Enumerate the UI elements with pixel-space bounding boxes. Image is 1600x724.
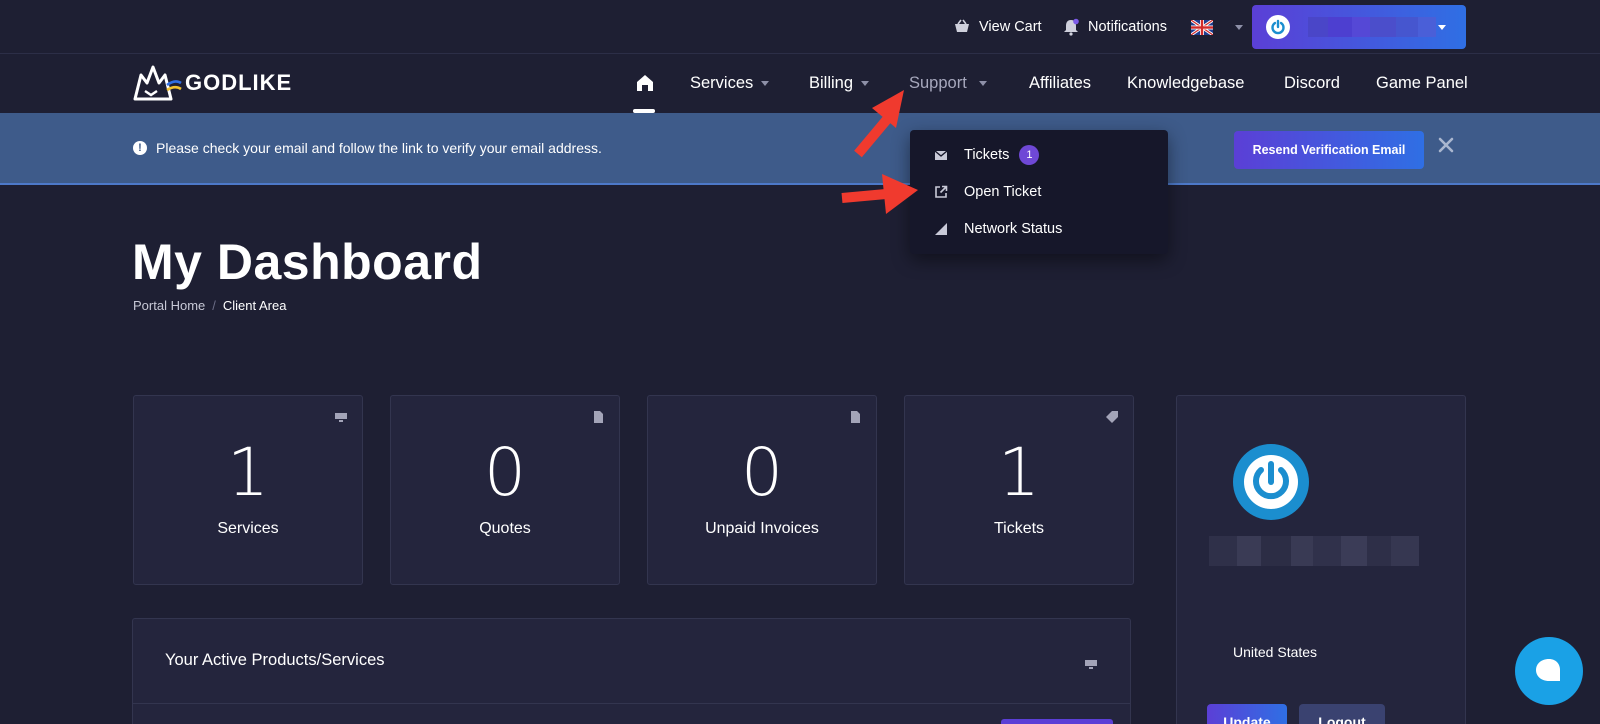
profile-avatar-icon [1233,444,1309,520]
document-icon [851,411,860,423]
cart-icon [955,19,969,32]
godlike-cat-logo-icon [133,65,182,101]
chevron-down-icon [978,80,987,86]
menu-item-network-status-label: Network Status [964,221,1063,237]
nav-services-label: Services [690,73,754,92]
alert-message-row: ! Please check your email and follow the… [133,140,602,156]
view-cart-label: View Cart [979,19,1042,35]
notifications-label: Notifications [1088,19,1167,35]
stat-label: Quotes [479,520,531,537]
breadcrumb-portal-home[interactable]: Portal Home [133,298,205,313]
nav-affiliates[interactable]: Affiliates [1029,71,1091,95]
support-dropdown-menu: Tickets 1 Open Ticket Network Status [910,130,1168,254]
nav-game-panel[interactable]: Game Panel [1376,71,1468,95]
profile-card: United States Update Logout [1176,395,1466,724]
menu-item-tickets[interactable]: Tickets 1 [934,144,1040,166]
panel-divider [133,703,1130,704]
user-avatar-icon [1266,15,1290,39]
chevron-down-icon [761,80,770,86]
profile-country: United States [1233,644,1318,660]
brand-name: GODLIKE [185,70,293,95]
stat-label: Tickets [993,520,1045,537]
tickets-count-badge: 1 [1019,145,1040,165]
email-verification-alert: ! Please check your email and follow the… [0,113,1600,185]
stat-tile-quotes[interactable]: 0 Quotes [390,395,620,585]
nav-knowledgebase-label: Knowledgebase [1127,73,1245,92]
user-menu-button[interactable] [1252,5,1466,49]
nav-billing-label: Billing [809,73,854,92]
document-icon [594,411,603,423]
stat-value: 0 [741,434,783,511]
view-cart-link[interactable]: View Cart [953,16,1042,38]
breadcrumb-client-area: Client Area [222,298,287,313]
menu-item-network-status[interactable]: Network Status [934,218,1062,240]
envelope-icon [934,150,948,160]
server-icon [335,413,347,422]
nav-services[interactable]: Services [690,71,770,95]
close-icon[interactable] [1436,135,1456,155]
menu-item-open-ticket[interactable]: Open Ticket [934,181,1041,203]
chevron-down-icon [1235,24,1243,30]
server-icon [1085,660,1097,669]
tag-icon [1106,411,1118,423]
live-chat-button[interactable] [1515,637,1583,705]
nav-knowledgebase[interactable]: Knowledgebase [1127,71,1244,95]
chevron-down-icon [861,80,870,86]
home-icon [637,75,653,91]
notifications-link[interactable]: Notifications [1062,16,1167,38]
language-selector[interactable] [1191,16,1243,38]
nav-discord-label: Discord [1284,73,1340,92]
update-profile-button[interactable]: Update [1207,704,1287,724]
nav-support[interactable]: Support [909,71,987,95]
chat-bubble-icon [1536,659,1560,681]
products-action-button[interactable] [1001,719,1113,724]
bell-icon [1064,18,1079,36]
breadcrumb-separator: / [212,298,216,313]
nav-support-label: Support [909,73,967,92]
brand-logo[interactable]: GODLIKE [131,63,292,103]
logout-button[interactable]: Logout [1299,704,1385,724]
external-link-icon [935,185,948,198]
breadcrumb: Portal Home / Client Area [133,298,286,313]
nav-billing[interactable]: Billing [809,71,870,95]
uk-flag-icon [1191,19,1213,35]
menu-item-tickets-label: Tickets [964,147,1010,163]
stat-label: Unpaid Invoices [705,520,819,537]
nav-game-panel-label: Game Panel [1376,73,1468,92]
exclamation-icon: ! [133,141,147,155]
power-icon [1271,19,1285,35]
stat-tile-tickets[interactable]: 1 Tickets [904,395,1134,585]
signal-icon [935,223,947,235]
nav-discord[interactable]: Discord [1284,71,1340,95]
main-navbar: GODLIKE Services Billing Support Affilia… [0,55,1600,113]
resend-verification-button[interactable]: Resend Verification Email [1234,131,1424,169]
stat-value: 0 [484,434,526,511]
redacted-username [1308,17,1436,37]
alert-message: Please check your email and follow the l… [156,140,602,156]
nav-home[interactable] [634,71,656,95]
products-panel-title: Your Active Products/Services [165,651,385,669]
top-utility-bar: View Cart Notifications [0,0,1600,54]
active-products-panel: Your Active Products/Services [132,618,1131,724]
menu-item-open-ticket-label: Open Ticket [964,184,1042,200]
stat-tile-unpaid-invoices[interactable]: 0 Unpaid Invoices [647,395,877,585]
stat-tile-services[interactable]: 1 Services [133,395,363,585]
redacted-profile-name [1209,536,1419,566]
stat-value: 1 [227,434,269,511]
stat-label: Services [217,520,279,537]
nav-affiliates-label: Affiliates [1029,73,1092,92]
stat-value: 1 [998,434,1040,511]
chevron-down-icon [1438,25,1446,30]
page-title: My Dashboard [132,234,483,290]
